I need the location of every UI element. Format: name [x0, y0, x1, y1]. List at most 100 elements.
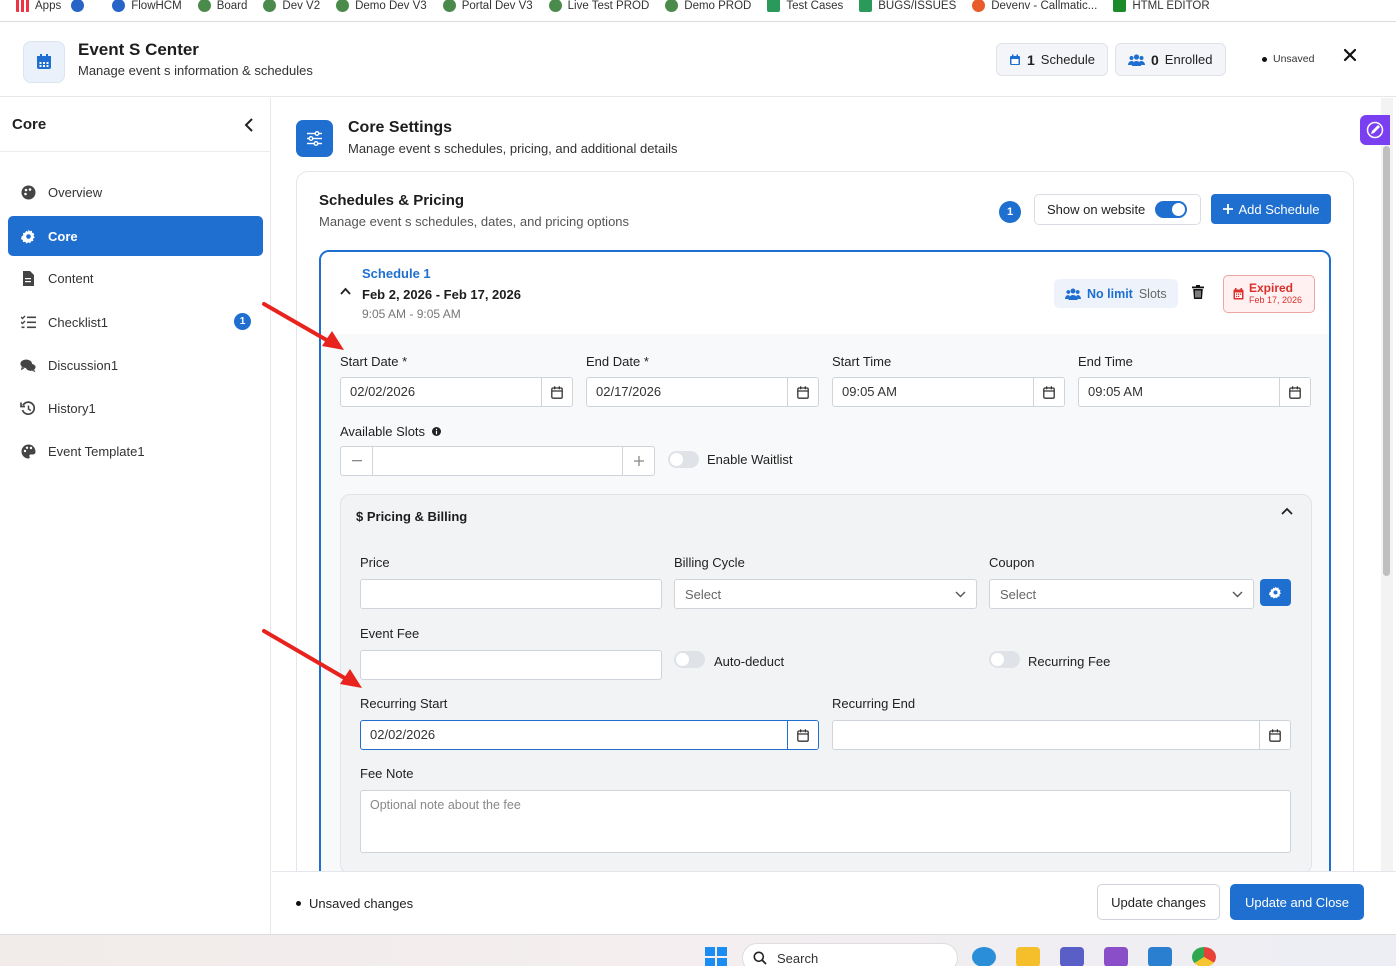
- sheet-icon: [859, 0, 873, 12]
- start-date-label: Start Date *: [340, 354, 408, 369]
- windows-start-icon[interactable]: [705, 947, 727, 966]
- sidebar-item-overview[interactable]: Overview: [8, 172, 263, 212]
- coupon-settings-button[interactable]: [1260, 579, 1291, 606]
- coupon-select[interactable]: Select: [989, 579, 1254, 609]
- info-icon[interactable]: [432, 427, 442, 436]
- bookmark[interactable]: [71, 0, 85, 12]
- increment-button[interactable]: [623, 447, 654, 475]
- teams-icon[interactable]: [1060, 947, 1084, 966]
- os-taskbar: Search: [0, 934, 1396, 966]
- schedule-date-range: Feb 2, 2026 - Feb 17, 2026: [362, 287, 521, 302]
- bookmark[interactable]: Live Test PROD: [548, 0, 649, 12]
- folder-icon[interactable]: [1016, 947, 1040, 966]
- billing-cycle-label: Billing Cycle: [674, 555, 745, 570]
- schedule-header[interactable]: Schedule 1 Feb 2, 2026 - Feb 17, 2026 9:…: [321, 252, 1329, 334]
- sidebar-item-content[interactable]: Content: [8, 258, 263, 298]
- unsaved-indicator: Unsaved: [1262, 53, 1314, 65]
- globe-icon: [197, 0, 211, 12]
- decrement-button[interactable]: [341, 447, 372, 475]
- calendar-icon[interactable]: [541, 378, 572, 406]
- calendar-icon: [1009, 54, 1021, 66]
- available-slots-stepper[interactable]: [340, 446, 655, 476]
- start-date-field[interactable]: 02/02/2026: [340, 377, 573, 407]
- collapse-pricing-button[interactable]: [1281, 507, 1293, 515]
- card-subtitle: Manage event s schedules, dates, and pri…: [319, 214, 630, 229]
- section-subtitle: Manage event s schedules, pricing, and a…: [348, 141, 678, 156]
- add-schedule-button[interactable]: Add Schedule: [1211, 194, 1331, 224]
- slots-input[interactable]: [372, 447, 623, 475]
- chrome-icon[interactable]: [1192, 947, 1216, 966]
- editor-icon: [1113, 0, 1127, 12]
- toggle-switch[interactable]: [1155, 201, 1188, 218]
- billing-cycle-select[interactable]: Select: [674, 579, 977, 609]
- bookmark[interactable]: HTML EDITOR: [1113, 0, 1210, 12]
- sidebar-item-core[interactable]: Core: [8, 216, 263, 256]
- users-icon: [1128, 53, 1145, 66]
- scrollbar-thumb[interactable]: [1383, 146, 1390, 576]
- sidebar-item-event-template[interactable]: Event Template1: [8, 431, 263, 471]
- collapse-schedule-button[interactable]: [340, 287, 351, 295]
- recurring-end-field[interactable]: [832, 720, 1291, 750]
- update-and-close-button[interactable]: Update and Close: [1230, 884, 1364, 920]
- card-title: Schedules & Pricing: [319, 192, 465, 209]
- event-fee-input[interactable]: [360, 650, 662, 680]
- calendar-icon[interactable]: [1279, 378, 1310, 406]
- globe-icon: [665, 0, 679, 12]
- edge-icon[interactable]: [972, 947, 996, 966]
- trash-icon: [1192, 285, 1204, 299]
- chevron-up-icon: [340, 287, 351, 295]
- bookmark[interactable]: Demo Dev V3: [336, 0, 427, 12]
- close-button[interactable]: [1343, 48, 1357, 62]
- pricing-title[interactable]: $ Pricing & Billing: [356, 509, 467, 524]
- bookmark[interactable]: BUGS/ISSUES: [859, 0, 956, 12]
- section-title: Core Settings: [348, 119, 453, 136]
- schedule-body: Start Date * End Date * Start Time End T…: [321, 334, 1329, 871]
- bookmark[interactable]: Demo PROD: [665, 0, 751, 12]
- delete-schedule-button[interactable]: [1192, 285, 1204, 299]
- bookmark[interactable]: Dev V2: [263, 0, 320, 12]
- calendar-icon[interactable]: [1259, 721, 1290, 749]
- bookmark[interactable]: Portal Dev V3: [442, 0, 533, 12]
- bookmark[interactable]: Test Cases: [767, 0, 843, 12]
- calendar-icon[interactable]: [1033, 378, 1064, 406]
- checklist-count-badge: 1: [234, 313, 251, 330]
- plus-icon: [1222, 204, 1233, 214]
- bookmark[interactable]: Devenv - Callmatic...: [972, 0, 1097, 12]
- globe-icon: [336, 0, 350, 12]
- edit-widget-button[interactable]: [1360, 115, 1390, 145]
- schedule-count-badge[interactable]: 1 Schedule: [996, 43, 1109, 76]
- end-time-field[interactable]: 09:05 AM: [1078, 377, 1311, 407]
- taskbar-search[interactable]: Search: [742, 943, 958, 966]
- recurring-fee-toggle[interactable]: [989, 651, 1020, 668]
- enrolled-count-badge[interactable]: 0 Enrolled: [1115, 43, 1226, 76]
- sidebar-item-history[interactable]: History1: [8, 388, 263, 428]
- recurring-start-field[interactable]: 02/02/2026: [360, 720, 819, 750]
- visual-studio-icon[interactable]: [1104, 947, 1128, 966]
- calendar-icon[interactable]: [787, 378, 818, 406]
- event-fee-label: Event Fee: [360, 626, 420, 641]
- update-changes-button[interactable]: Update changes: [1097, 884, 1220, 920]
- fee-note-textarea[interactable]: Optional note about the fee: [360, 790, 1291, 853]
- sidebar-item-discussion[interactable]: Discussion1: [8, 345, 263, 385]
- sidebar-item-checklist[interactable]: Checklist1 1: [8, 302, 263, 342]
- bookmark-apps[interactable]: Apps: [16, 0, 61, 12]
- palette-icon: [20, 184, 36, 200]
- bookmark[interactable]: FlowHCM: [112, 0, 182, 12]
- bookmark[interactable]: Board: [197, 0, 247, 12]
- calendar-icon[interactable]: [787, 721, 818, 749]
- gear-icon: [20, 228, 36, 244]
- gear-icon: [1269, 586, 1281, 599]
- collapse-sidebar-button[interactable]: [244, 117, 254, 132]
- auto-deduct-toggle[interactable]: [674, 651, 705, 668]
- slots-badge: No limit Slots: [1054, 279, 1178, 308]
- apps-icon: [16, 0, 29, 12]
- waitlist-toggle[interactable]: [668, 451, 699, 468]
- vscode-icon[interactable]: [1148, 947, 1172, 966]
- show-on-website-toggle[interactable]: Show on website: [1034, 194, 1201, 225]
- chevron-down-icon: [1232, 591, 1243, 597]
- schedule-time-range: 9:05 AM - 9:05 AM: [362, 307, 461, 321]
- end-date-field[interactable]: 02/17/2026: [586, 377, 819, 407]
- price-input[interactable]: [360, 579, 662, 609]
- start-time-field[interactable]: 09:05 AM: [832, 377, 1065, 407]
- main-scrollbar[interactable]: [1381, 98, 1393, 871]
